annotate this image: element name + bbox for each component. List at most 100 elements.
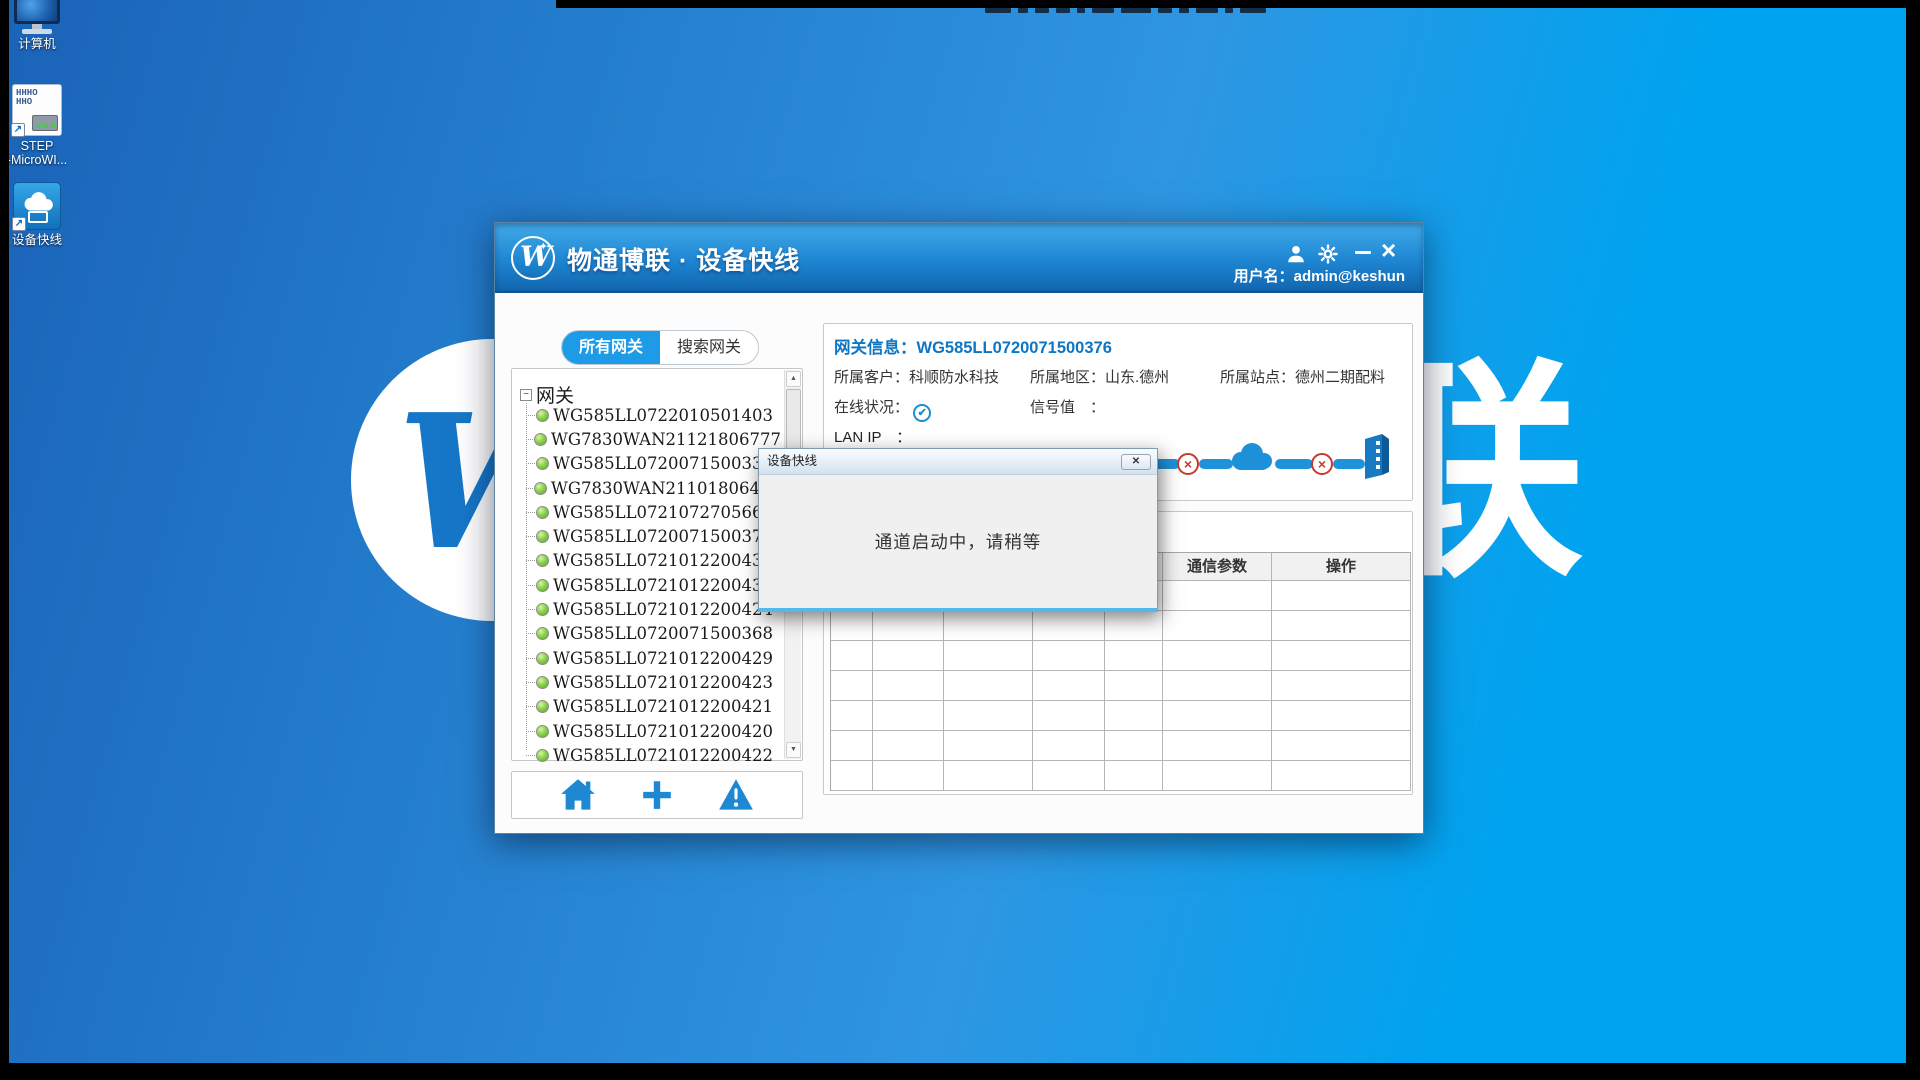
region-field: 所属地区：山东.德州 <box>1030 366 1169 387</box>
tree-item[interactable]: WG585LL0721012200421 <box>526 695 781 719</box>
table-row <box>831 731 1411 761</box>
tree-item[interactable]: WG585LL0721012200422 <box>526 743 781 767</box>
link-error-icon: × <box>1311 453 1333 475</box>
user-icon[interactable] <box>1285 243 1307 265</box>
table-cell <box>1033 701 1105 731</box>
table-cell <box>1272 701 1411 731</box>
tab-search-gateways[interactable]: 搜索网关 <box>660 331 758 364</box>
tree-item[interactable]: WG585LL0721012200423 <box>526 670 781 694</box>
collapse-icon[interactable]: − <box>520 389 532 401</box>
tree-branch <box>526 682 535 683</box>
alarm-button[interactable] <box>718 778 754 812</box>
table-cell <box>1163 701 1272 731</box>
gateway-id-label: WG585LL0720071500368 <box>553 624 773 643</box>
table-cell <box>944 761 1033 791</box>
tree-item[interactable]: WG585LL0721012200420 <box>526 719 781 743</box>
gateway-id-label: WG7830WAN21121806777 <box>551 430 781 449</box>
table-cell <box>873 641 944 671</box>
table-cell <box>1033 611 1105 641</box>
table-cell <box>1272 611 1411 641</box>
dialog-close-button[interactable]: ✕ <box>1121 454 1151 470</box>
status-led-icon <box>536 603 549 616</box>
table-header-cell: 通信参数 <box>1163 553 1272 581</box>
tree-item[interactable]: WG585LL0720071500337 <box>526 452 781 476</box>
table-cell <box>1163 671 1272 701</box>
table-cell <box>831 611 873 641</box>
tree-item[interactable]: WG585LL0720071500368 <box>526 622 781 646</box>
dialog-titlebar: 设备快线 <box>759 449 1157 475</box>
gateway-id-label: WG585LL0721012200420 <box>553 722 773 741</box>
table-header-cell: 操作 <box>1272 553 1411 581</box>
table-cell <box>1163 611 1272 641</box>
bottom-toolbar <box>511 771 803 819</box>
progress-dialog: 设备快线 ✕ 通道启动中，请稍等 <box>758 448 1158 612</box>
step7-icon: HHHOHHO ↗ <box>12 84 62 136</box>
minimize-button[interactable] <box>1355 251 1371 254</box>
tree-branch <box>526 415 535 416</box>
status-led-icon <box>536 457 549 470</box>
table-cell <box>1105 731 1163 761</box>
tree-item[interactable]: WG585LL0720071500376 <box>526 524 781 548</box>
tree-item[interactable]: WG7830WAN21121806777 <box>526 427 781 451</box>
tree-branch <box>526 585 535 586</box>
table-cell <box>1272 641 1411 671</box>
table-cell <box>1105 701 1163 731</box>
tree-item[interactable]: WG585LL0721012200432 <box>526 573 781 597</box>
site-field: 所属站点：德州二期配料 <box>1220 366 1385 387</box>
table-cell <box>944 731 1033 761</box>
table-cell <box>873 761 944 791</box>
tree-item[interactable]: WG585LL0721012200429 <box>526 646 781 670</box>
gear-icon[interactable] <box>1317 243 1339 265</box>
tree-branch <box>526 609 535 610</box>
gateway-id-label: WG585LL0721012200432 <box>553 576 773 595</box>
gateway-id-label: WG585LL0720071500337 <box>553 454 773 473</box>
tree-branch <box>526 488 533 489</box>
gateway-id: WG585LL0720071500376 <box>917 339 1112 357</box>
scroll-up-button[interactable]: ▲ <box>786 371 801 387</box>
dialog-message: 通道启动中，请稍等 <box>759 475 1157 608</box>
desktop-icon-device-express[interactable]: ↗ 设备快线 <box>0 182 74 247</box>
table-cell <box>944 701 1033 731</box>
cloud-icon <box>1228 442 1276 472</box>
gateway-id-label: WG585LL0721072705666 <box>553 503 773 522</box>
tree-item[interactable]: WG585LL0721072705666 <box>526 500 781 524</box>
letterbox-left <box>0 0 9 1080</box>
table-cell <box>1105 611 1163 641</box>
gateway-id-label: WG585LL0721012200433 <box>553 551 773 570</box>
table-cell <box>873 701 944 731</box>
table-cell <box>1272 761 1411 791</box>
gateway-id-label: WG585LL0721012200421 <box>553 697 773 716</box>
home-button[interactable] <box>560 778 596 812</box>
tree-branch <box>526 512 535 513</box>
table-cell <box>1033 761 1105 791</box>
table-cell <box>944 671 1033 701</box>
gateway-id-label: WG585LL0721012200424 <box>553 600 773 619</box>
table-cell <box>944 611 1033 641</box>
tree-item[interactable]: WG585LL0721012200433 <box>526 549 781 573</box>
table-cell <box>1272 671 1411 701</box>
tree-branch <box>526 658 535 659</box>
status-led-icon <box>536 627 549 640</box>
status-led-icon <box>536 409 549 422</box>
desktop-icon-label: STEP-MicroWI... <box>0 139 74 167</box>
status-led-icon <box>536 506 549 519</box>
tree-item[interactable]: WG7830WAN21101806458 <box>526 476 781 500</box>
tree-item[interactable]: WG585LL0721012200424 <box>526 597 781 621</box>
table-cell <box>1163 581 1272 611</box>
username-label: 用户名：admin@keshun <box>1234 265 1405 286</box>
tab-all-gateways[interactable]: 所有网关 <box>562 331 660 364</box>
status-led-icon <box>536 579 549 592</box>
table-cell <box>873 671 944 701</box>
desktop-icon-step7[interactable]: HHHOHHO ↗ STEP-MicroWI... <box>0 84 74 167</box>
desktop-icon-computer[interactable]: 计算机 <box>0 0 74 51</box>
tree-branch <box>526 463 535 464</box>
add-button[interactable] <box>639 778 675 812</box>
tree-item-list: WG585LL0722010501403 WG7830WAN21121806777… <box>526 403 781 767</box>
status-led-icon <box>536 652 549 665</box>
scroll-down-button[interactable]: ▼ <box>786 742 801 758</box>
table-cell <box>1163 641 1272 671</box>
table-cell <box>1105 761 1163 791</box>
tree-item[interactable]: WG585LL0722010501403 <box>526 403 781 427</box>
desktop-icon-label: 计算机 <box>0 37 74 51</box>
close-button[interactable]: × <box>1381 237 1396 263</box>
